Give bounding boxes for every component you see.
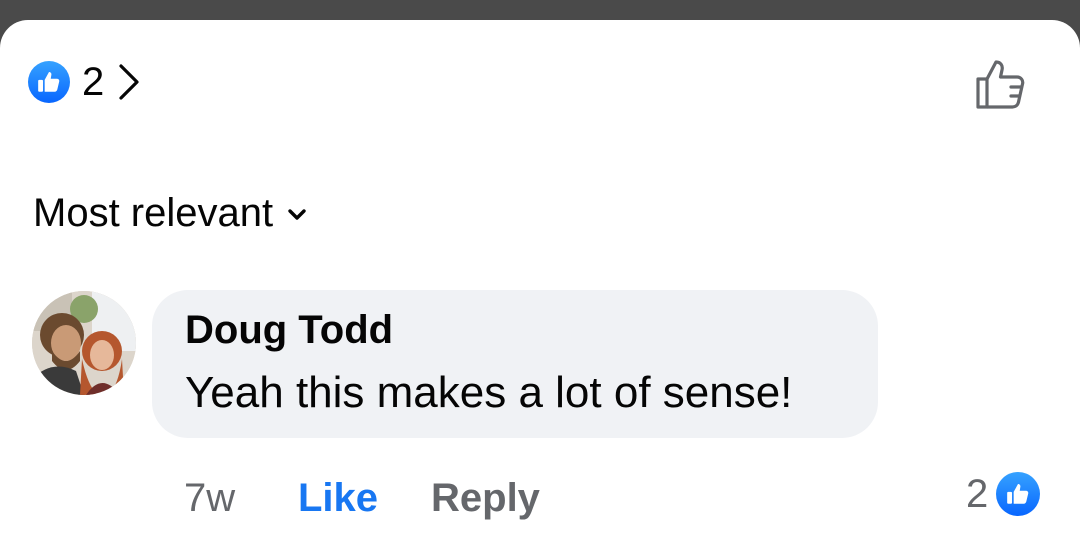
sort-label: Most relevant [33,190,274,235]
sort-dropdown[interactable]: Most relevant [33,188,307,238]
reactions-count: 2 [82,60,105,104]
comment-reaction-count: 2 [966,471,989,516]
thumbs-up-outline-icon [976,60,1025,109]
like-reaction-icon [996,472,1041,516]
chevron-down-icon [287,204,307,222]
comment-bubble[interactable]: Doug Todd Yeah this makes a lot of sense… [152,290,878,438]
like-reaction-icon [28,61,70,103]
comment-reply-button[interactable]: Reply [431,476,540,521]
comment-author[interactable]: Doug Todd [185,308,393,353]
reactions-summary[interactable]: 2 [28,60,140,104]
like-button[interactable] [970,56,1030,112]
comment-reactions[interactable]: 2 [966,471,1041,516]
avatar[interactable] [32,291,136,395]
comment-timestamp[interactable]: 7w [184,476,235,521]
chevron-right-icon [118,63,140,101]
comment-like-button[interactable]: Like [298,476,378,521]
comment-text: Yeah this makes a lot of sense! [185,368,793,417]
comments-sheet: 2 Most relevant Doug Todd Yeah this make… [0,20,1080,547]
